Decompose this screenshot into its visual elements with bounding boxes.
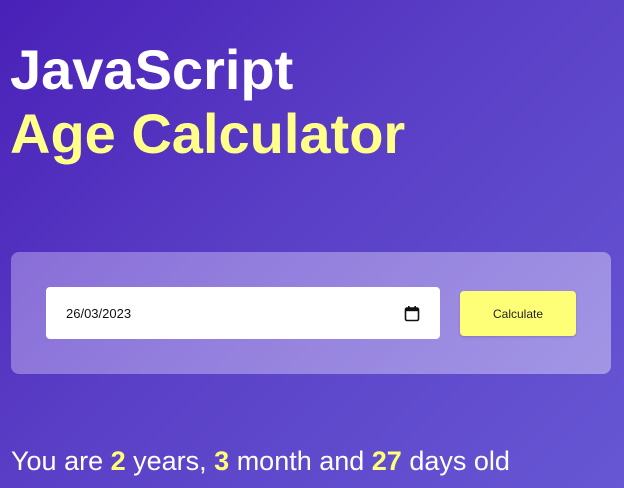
birthdate-value: 26/03/2023: [66, 305, 132, 321]
birthdate-input[interactable]: 26/03/2023: [46, 287, 440, 339]
age-result: You are 2 years, 3 month and 27 days old: [11, 444, 510, 478]
calculate-button[interactable]: Calculate: [460, 291, 576, 336]
result-days-label: days old: [401, 446, 510, 476]
title-line-javascript: JavaScript: [10, 38, 294, 101]
calculator-card: 26/03/2023 Calculate: [11, 252, 611, 374]
title-line-age-calculator: Age Calculator: [10, 102, 406, 165]
result-years: 2: [110, 446, 126, 476]
page-title: JavaScript Age Calculator: [10, 38, 405, 166]
calendar-icon[interactable]: [404, 305, 420, 322]
result-days: 27: [371, 446, 402, 476]
result-months: 3: [214, 446, 230, 476]
result-prefix: You are: [11, 446, 111, 476]
result-months-label: month and: [229, 446, 372, 476]
result-years-label: years,: [125, 446, 215, 476]
